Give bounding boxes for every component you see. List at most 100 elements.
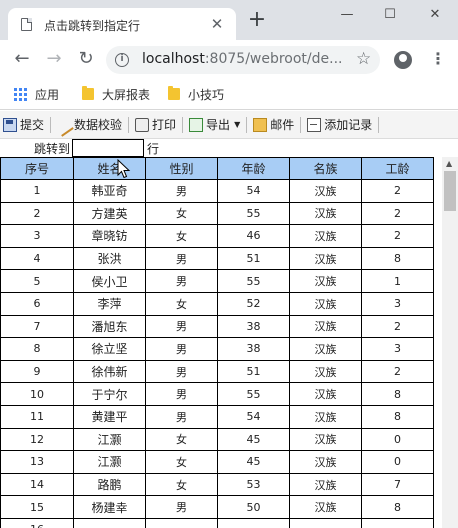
table-cell[interactable] — [73, 517, 146, 528]
address-bar[interactable]: i localhost:8075/webroot/de... ☆ — [106, 46, 380, 74]
column-header[interactable]: 名族 — [289, 157, 362, 180]
table-cell[interactable]: 54 — [217, 404, 290, 429]
table-cell[interactable]: 男 — [145, 495, 218, 519]
table-cell[interactable]: 14 — [0, 472, 74, 497]
export-button[interactable]: 导出 ▼ — [186, 116, 243, 133]
table-cell[interactable]: 38 — [217, 337, 290, 361]
validate-button[interactable]: 数据校验 — [54, 116, 125, 137]
reload-icon[interactable]: ↻ — [76, 49, 96, 69]
table-cell[interactable] — [145, 517, 218, 528]
table-cell[interactable]: 女 — [145, 201, 218, 226]
table-cell[interactable]: 2 — [361, 201, 434, 226]
site-info-icon[interactable]: i — [115, 53, 129, 67]
table-cell[interactable]: 53 — [217, 472, 290, 497]
table-cell[interactable]: 男 — [145, 269, 218, 293]
table-cell[interactable]: 51 — [217, 246, 290, 271]
table-cell[interactable]: 3 — [361, 291, 434, 316]
table-cell[interactable]: 2 — [361, 359, 434, 384]
table-cell[interactable]: 8 — [361, 404, 434, 429]
table-cell[interactable]: 章晓钫 — [73, 224, 146, 248]
new-tab-button[interactable]: + — [246, 9, 268, 32]
table-cell[interactable]: 江灏 — [73, 427, 146, 452]
table-cell[interactable]: 1 — [361, 269, 434, 293]
table-cell[interactable]: 8 — [361, 246, 434, 271]
table-cell[interactable]: 5 — [0, 269, 74, 293]
column-header[interactable]: 姓名 — [73, 157, 146, 180]
table-cell[interactable]: 杨建幸 — [73, 495, 146, 519]
table-cell[interactable]: 50 — [217, 495, 290, 519]
table-cell[interactable]: 男 — [145, 337, 218, 361]
print-button[interactable]: 打印 — [132, 116, 179, 133]
bookmark-star-icon[interactable]: ☆ — [356, 49, 371, 69]
back-icon[interactable]: ← — [12, 49, 32, 69]
table-cell[interactable]: 3 — [361, 337, 434, 361]
table-cell[interactable]: 7 — [0, 314, 74, 339]
table-cell[interactable]: 55 — [217, 382, 290, 406]
browser-tab[interactable]: 点击跳转到指定行 ✕ — [8, 8, 236, 40]
table-cell[interactable]: 汉族 — [289, 201, 362, 226]
table-cell[interactable]: 江灏 — [73, 450, 146, 474]
bookmark-dashboard[interactable]: 大屏报表 — [82, 85, 150, 103]
table-cell[interactable]: 汉族 — [289, 450, 362, 474]
table-cell[interactable]: 女 — [145, 291, 218, 316]
table-cell[interactable]: 2 — [361, 179, 434, 203]
table-cell[interactable]: 0 — [361, 450, 434, 474]
jump-row-input[interactable] — [72, 139, 144, 157]
column-header[interactable]: 年龄 — [217, 157, 290, 180]
column-header[interactable]: 工龄 — [361, 157, 434, 180]
table-cell[interactable]: 张洪 — [73, 246, 146, 271]
table-cell[interactable]: 54 — [217, 179, 290, 203]
table-cell[interactable]: 38 — [217, 314, 290, 339]
table-cell[interactable]: 51 — [217, 359, 290, 384]
table-cell[interactable]: 15 — [0, 495, 74, 519]
table-cell[interactable]: 46 — [217, 224, 290, 248]
table-cell[interactable]: 汉族 — [289, 291, 362, 316]
table-cell[interactable]: 黄建平 — [73, 404, 146, 429]
profile-avatar-icon[interactable] — [394, 51, 412, 69]
table-cell[interactable]: 女 — [145, 472, 218, 497]
column-header[interactable]: 序号 — [0, 157, 74, 180]
column-header[interactable]: 性别 — [145, 157, 218, 180]
table-cell[interactable]: 45 — [217, 450, 290, 474]
table-cell[interactable]: 汉族 — [289, 382, 362, 406]
table-cell[interactable] — [289, 517, 362, 528]
table-cell[interactable]: 徐伟新 — [73, 359, 146, 384]
table-cell[interactable]: 男 — [145, 382, 218, 406]
table-cell[interactable]: 汉族 — [289, 246, 362, 271]
table-cell[interactable]: 13 — [0, 450, 74, 474]
table-cell[interactable]: 男 — [145, 404, 218, 429]
table-cell[interactable]: 4 — [0, 246, 74, 271]
mail-button[interactable]: 邮件 — [250, 116, 297, 133]
table-cell[interactable]: 2 — [0, 201, 74, 226]
table-cell[interactable]: 6 — [0, 291, 74, 316]
table-cell[interactable]: 8 — [361, 382, 434, 406]
table-cell[interactable]: 男 — [145, 359, 218, 384]
table-cell[interactable]: 男 — [145, 314, 218, 339]
table-cell[interactable]: 汉族 — [289, 224, 362, 248]
table-cell[interactable]: 8 — [0, 337, 74, 361]
scroll-up-icon[interactable]: ▲ — [446, 159, 452, 168]
table-cell[interactable]: 汉族 — [289, 427, 362, 452]
table-cell[interactable]: 汉族 — [289, 337, 362, 361]
table-cell[interactable]: 2 — [361, 224, 434, 248]
forward-icon[interactable]: → — [44, 49, 64, 69]
table-cell[interactable]: 路鹏 — [73, 472, 146, 497]
table-cell[interactable]: 汉族 — [289, 472, 362, 497]
maximize-icon[interactable]: ☐ — [381, 6, 399, 24]
table-cell[interactable]: 女 — [145, 427, 218, 452]
table-cell[interactable]: 汉族 — [289, 359, 362, 384]
table-cell[interactable]: 于宁尔 — [73, 382, 146, 406]
close-icon[interactable]: ✕ — [426, 6, 444, 24]
table-cell[interactable]: 方建英 — [73, 201, 146, 226]
table-cell[interactable]: 汉族 — [289, 495, 362, 519]
table-cell[interactable]: 11 — [0, 404, 74, 429]
table-cell[interactable]: 汉族 — [289, 314, 362, 339]
table-cell[interactable]: 侯小卫 — [73, 269, 146, 293]
minimize-icon[interactable]: — — [338, 6, 356, 24]
table-cell[interactable]: 12 — [0, 427, 74, 452]
table-cell[interactable]: 8 — [361, 495, 434, 519]
table-cell[interactable]: 16 — [0, 517, 74, 528]
bookmark-tips[interactable]: 小技巧 — [168, 85, 224, 103]
table-cell[interactable]: 2 — [361, 314, 434, 339]
table-cell[interactable]: 汉族 — [289, 179, 362, 203]
